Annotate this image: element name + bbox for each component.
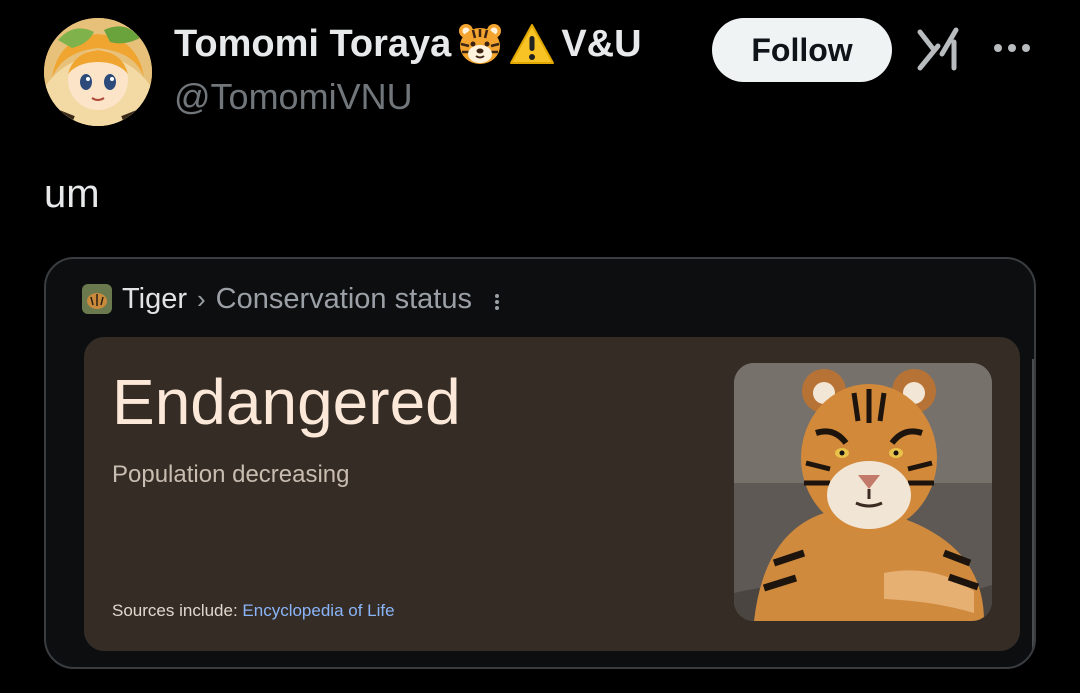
tiger-image [734,363,992,621]
tiger-thumbnail-icon [82,284,112,314]
sources-link[interactable]: Encyclopedia of Life [242,601,394,620]
more-icon[interactable] [990,36,1034,60]
tiger-face-icon [457,22,503,66]
status-title: Endangered [112,366,461,438]
tweet: Tomomi Toraya V&U @TomomiVNU Follow um T… [0,0,1080,693]
conservation-status-panel: Endangered Population decreasing Sources… [84,337,1020,651]
breadcrumb-sub: Conservation status [215,282,472,315]
breadcrumb-separator: › [197,283,206,314]
display-name-suffix: V&U [561,22,642,65]
grok-icon[interactable] [916,24,962,72]
avatar[interactable] [44,18,152,126]
display-name-text: Tomomi Toraya [174,22,452,65]
author-name[interactable]: Tomomi Toraya V&U [174,22,642,66]
kebab-menu-icon[interactable] [492,288,502,310]
scroll-edge [1032,359,1034,649]
follow-button[interactable]: Follow [712,18,892,82]
author-handle[interactable]: @TomomiVNU [174,76,413,118]
post-text: um [44,172,100,216]
warning-icon [509,22,555,66]
population-trend: Population decreasing [112,461,350,488]
breadcrumb-main[interactable]: Tiger [122,283,187,316]
sources-label: Sources include: [112,601,243,620]
post-media[interactable]: Tiger › Conservation status Endangered P… [44,257,1036,669]
breadcrumb: Tiger › Conservation status [82,281,502,317]
sources-line: Sources include: Encyclopedia of Life [112,601,395,621]
